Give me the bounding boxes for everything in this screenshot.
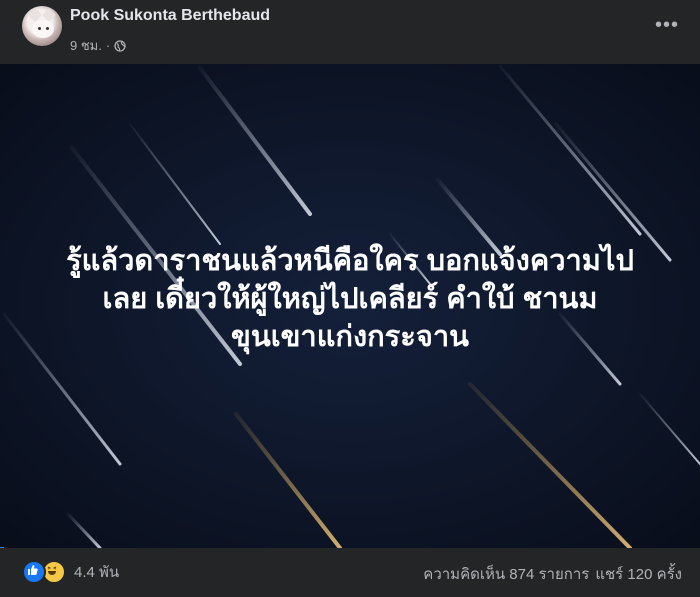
avatar-eye — [46, 27, 49, 30]
post-footer: 4.4 พัน ความคิดเห็น 874 รายการ แชร์ 120 … — [0, 548, 700, 597]
post-time[interactable]: 9 ชม. — [70, 35, 102, 56]
avatar-face — [32, 20, 54, 38]
post-meta: 9 ชม. · — [70, 35, 126, 56]
engagement-stats: ความคิดเห็น 874 รายการ แชร์ 120 ครั้ง — [423, 562, 682, 586]
more-options-icon[interactable]: ••• — [652, 10, 682, 40]
caption-line: ขุนเขาแก่งกระจาน — [231, 321, 469, 353]
shares-count[interactable]: แชร์ 120 ครั้ง — [595, 562, 682, 586]
author-name[interactable]: Pook Sukonta Berthebaud — [70, 7, 270, 25]
meta-separator: · — [105, 38, 111, 53]
like-icon — [22, 560, 46, 584]
image-caption: รู้แล้วดาราชนแล้วหนีคือใคร บอกแจ้งความไป… — [0, 242, 700, 356]
caption-line: รู้แล้วดาราชนแล้วหนีคือใคร บอกแจ้งความไป — [66, 245, 634, 277]
globe-icon[interactable] — [114, 39, 126, 52]
reaction-count: 4.4 พัน — [74, 564, 120, 581]
comments-count[interactable]: ความคิดเห็น 874 รายการ — [423, 562, 589, 586]
caption-line: เลย เดี๋ยวให้ผู้ใหญ่ไปเคลียร์ คำใบ้ ชานม — [102, 283, 598, 315]
avatar-eye — [38, 27, 41, 30]
post-header: Pook Sukonta Berthebaud 9 ชม. · ••• — [0, 0, 700, 64]
post-image[interactable]: รู้แล้วดาราชนแล้วหนีคือใคร บอกแจ้งความไป… — [0, 64, 700, 548]
avatar[interactable] — [22, 6, 62, 46]
reactions-summary[interactable]: 4.4 พัน — [22, 560, 119, 584]
